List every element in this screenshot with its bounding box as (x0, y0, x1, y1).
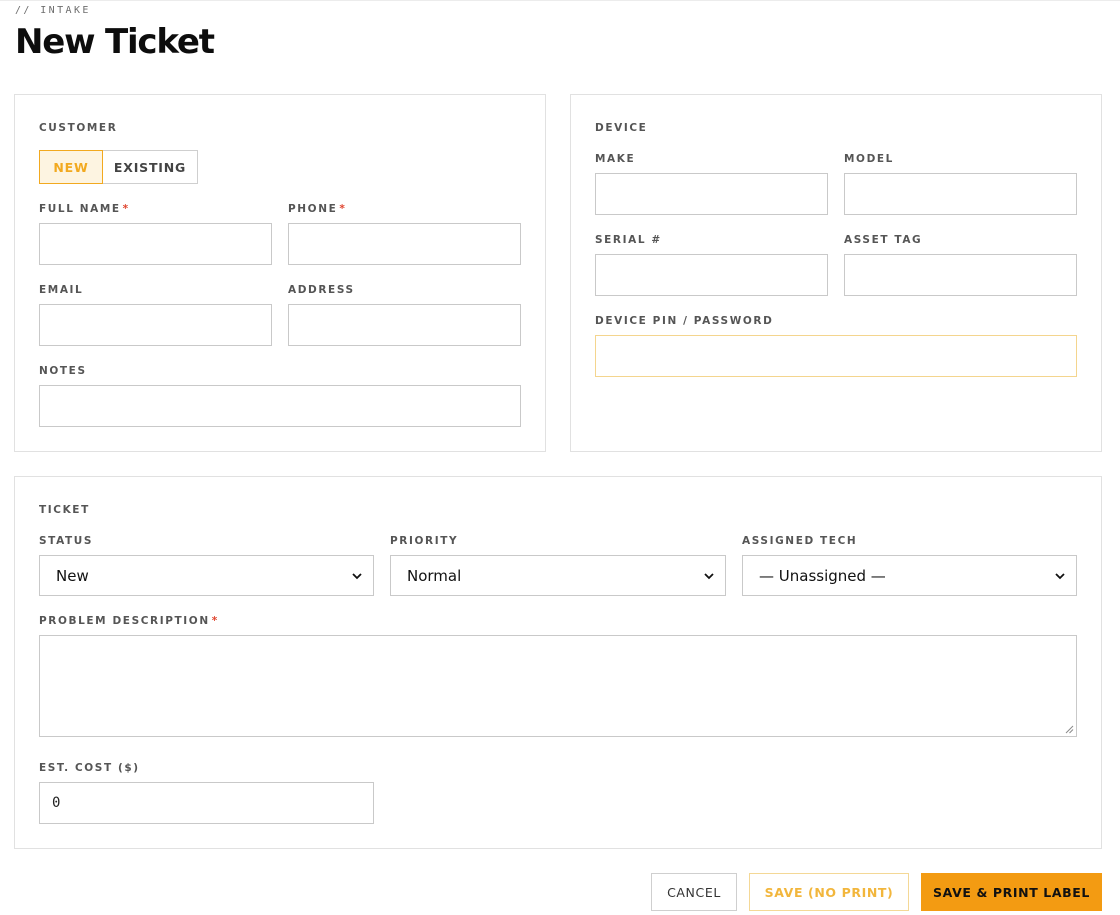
device-pin-field[interactable] (595, 335, 1077, 377)
customer-card: CUSTOMER NEW EXISTING FULL NAME * PHONE * … (14, 94, 546, 452)
full-name-field[interactable] (39, 223, 272, 265)
ticket-section-label: TICKET (39, 504, 90, 516)
asset-tag-input[interactable] (845, 255, 1076, 295)
model-input[interactable] (845, 174, 1076, 214)
ticket-card: TICKET STATUS New PRIORITY Normal ASSIGN… (14, 476, 1102, 849)
chevron-down-icon (1055, 572, 1065, 579)
full-name-input[interactable] (40, 224, 271, 264)
save-and-print-label-button[interactable]: SAVE & PRINT LABEL (921, 873, 1102, 911)
required-marker: * (211, 615, 219, 627)
address-field[interactable] (288, 304, 521, 346)
make-field[interactable] (595, 173, 828, 215)
address-label: ADDRESS (288, 284, 355, 296)
page-kicker: // INTAKE (15, 5, 91, 16)
status-label: STATUS (39, 535, 94, 547)
email-field[interactable] (39, 304, 272, 346)
problem-description-label: PROBLEM DESCRIPTION * (39, 615, 219, 627)
notes-input[interactable] (40, 386, 520, 426)
asset-tag-field[interactable] (844, 254, 1077, 296)
notes-label: NOTES (39, 365, 87, 377)
est-cost-input[interactable] (40, 783, 373, 823)
status-selected-value: New (56, 566, 89, 585)
notes-field[interactable] (39, 385, 521, 427)
make-label: MAKE (595, 153, 636, 165)
serial-field[interactable] (595, 254, 828, 296)
top-divider (0, 0, 1120, 1)
status-select[interactable]: New (39, 555, 374, 596)
model-label: MODEL (844, 153, 894, 165)
phone-input[interactable] (289, 224, 520, 264)
asset-tag-label: ASSET TAG (844, 234, 923, 246)
phone-label-text: PHONE (288, 203, 338, 215)
priority-selected-value: Normal (407, 566, 462, 585)
assigned-tech-selected-value: — Unassigned — (759, 566, 886, 585)
page-title: New Ticket (15, 22, 215, 62)
full-name-label-text: FULL NAME (39, 203, 121, 215)
customer-section-label: CUSTOMER (39, 122, 118, 134)
assigned-tech-select[interactable]: — Unassigned — (742, 555, 1077, 596)
problem-description-label-text: PROBLEM DESCRIPTION (39, 615, 210, 627)
device-pin-label: DEVICE PIN / PASSWORD (595, 315, 774, 327)
est-cost-field[interactable] (39, 782, 374, 824)
device-card: DEVICE MAKE MODEL SERIAL # ASSET TAG DEV… (570, 94, 1102, 452)
resize-handle-icon[interactable] (1065, 725, 1074, 734)
model-field[interactable] (844, 173, 1077, 215)
address-input[interactable] (289, 305, 520, 345)
phone-label: PHONE * (288, 203, 346, 215)
device-pin-input[interactable] (596, 336, 1076, 376)
cancel-button[interactable]: CANCEL (651, 873, 737, 911)
customer-type-existing-button[interactable]: EXISTING (103, 150, 198, 184)
make-input[interactable] (596, 174, 827, 214)
full-name-label: FULL NAME * (39, 203, 130, 215)
assigned-tech-label: ASSIGNED TECH (742, 535, 858, 547)
serial-input[interactable] (596, 255, 827, 295)
priority-label: PRIORITY (390, 535, 459, 547)
problem-description-textarea[interactable] (39, 635, 1077, 737)
save-no-print-button[interactable]: SAVE (NO PRINT) (749, 873, 909, 911)
chevron-down-icon (704, 572, 714, 579)
customer-type-toggle: NEW EXISTING (39, 150, 198, 184)
est-cost-label: EST. COST ($) (39, 762, 140, 774)
priority-select[interactable]: Normal (390, 555, 726, 596)
chevron-down-icon (352, 572, 362, 579)
device-section-label: DEVICE (595, 122, 648, 134)
email-label: EMAIL (39, 284, 84, 296)
serial-label: SERIAL # (595, 234, 662, 246)
email-input[interactable] (40, 305, 271, 345)
required-marker: * (339, 203, 347, 215)
customer-type-new-button[interactable]: NEW (39, 150, 103, 184)
phone-field[interactable] (288, 223, 521, 265)
required-marker: * (122, 203, 130, 215)
